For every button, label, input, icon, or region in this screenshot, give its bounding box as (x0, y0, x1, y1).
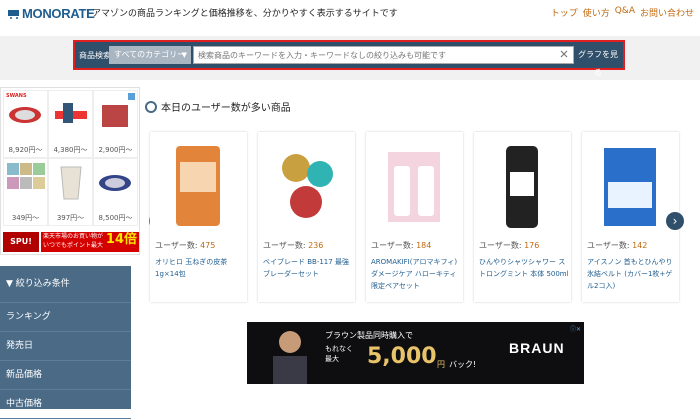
ad-item[interactable]: SWANS 8,920円〜 (3, 90, 48, 158)
section-title: 本日のユーザー数が多い商品 (145, 99, 291, 114)
braun-banner-ad[interactable]: ブラウン製品同時購入で もれなく 最大 5,000 円 バック! BRAUN ⓘ… (247, 322, 584, 384)
user-count-value: 142 (632, 241, 648, 250)
ad-choices-icon[interactable] (128, 93, 135, 100)
bin-icon (60, 166, 82, 200)
section-title-text: 本日のユーザー数が多い商品 (161, 103, 291, 114)
nav-contact[interactable]: お問い合わせ (640, 6, 694, 19)
ad-price: 2,900円〜 (98, 146, 133, 154)
sidebar-item-new-price[interactable]: 新品価格 (0, 361, 131, 390)
sidebar-header-label: 絞り込み条件 (15, 279, 70, 289)
site-logo[interactable]: MONORATE (8, 6, 95, 21)
sidebar-item-release-date[interactable]: 発売日 (0, 332, 131, 361)
user-count: ユーザー数: 184 (371, 241, 432, 250)
ad-item[interactable]: 349円〜 (3, 158, 48, 226)
user-count-value: 176 (524, 241, 540, 250)
ad-price: 397円〜 (56, 214, 85, 222)
goggles-icon (99, 175, 131, 191)
product-card[interactable]: ユーザー数: 142 アイスノン 首もとひんやり氷結ベルト (カバー1枚+ゲル2… (582, 132, 679, 302)
towels-icon (7, 163, 45, 189)
user-count-value: 475 (200, 241, 216, 250)
ad-price: 8,920円〜 (8, 146, 43, 154)
user-count-value: 184 (416, 241, 432, 250)
product-image (176, 146, 220, 226)
spu-multiplier: 14倍 (105, 232, 137, 247)
product-image (604, 148, 656, 226)
ad-item[interactable]: 397円〜 (48, 158, 93, 226)
category-value: すべてのカテゴリー (114, 50, 186, 59)
top-nav: トップ 使い方 Q&A お問い合わせ (551, 6, 694, 19)
ad-price: 349円〜 (11, 214, 40, 222)
spu-badge: SPU! (3, 232, 39, 252)
search-button[interactable]: グラフを見る (575, 46, 621, 77)
product-card[interactable]: ユーザー数: 236 ベイブレード BB-117 最強ブレーダーセット (258, 132, 355, 302)
user-count: ユーザー数: 142 (587, 241, 648, 250)
category-select[interactable]: すべてのカテゴリー ▼ (109, 46, 191, 64)
left-ad[interactable]: SWANS 8,920円〜 4,380円〜 2,900円〜 349円〜 397円… (0, 87, 140, 255)
search-input[interactable] (193, 46, 574, 64)
ad-grid: SWANS 8,920円〜 4,380円〜 2,900円〜 349円〜 397円… (3, 90, 139, 226)
person-image (273, 331, 307, 384)
spu-ad[interactable]: SPU! 楽天市場のお買い物が いつでもポイント最大 14倍 (3, 230, 139, 254)
product-image (388, 152, 440, 222)
banner-line-2: もれなく 最大 (325, 345, 353, 363)
banner-amount: 5,000 (367, 344, 437, 369)
product-title[interactable]: ひんやりシャツシャワー ストロングミント 本体 500ml (479, 256, 569, 280)
ad-price: 4,380円〜 (53, 146, 88, 154)
sidebar-item-used-price[interactable]: 中古価格 (0, 390, 131, 419)
cart-icon (8, 9, 19, 19)
product-image (506, 146, 538, 228)
banner-line-1: ブラウン製品同時購入で (325, 331, 413, 340)
spu-text: 楽天市場のお買い物が いつでもポイント最大 14倍 (41, 232, 139, 252)
product-card[interactable]: ユーザー数: 184 AROMAKIFI(アロマキフィ) ダメージケア ハローキ… (366, 132, 463, 302)
nav-top[interactable]: トップ (551, 6, 578, 19)
sidebar-item-ranking[interactable]: ランキング (0, 303, 131, 332)
nav-howto[interactable]: 使い方 (583, 6, 610, 19)
logo-text: MONORATE (22, 6, 95, 21)
product-title[interactable]: ベイブレード BB-117 最強ブレーダーセット (263, 256, 353, 280)
product-card[interactable]: ユーザー数: 176 ひんやりシャツシャワー ストロングミント 本体 500ml (474, 132, 571, 302)
banner-yen: 円 (437, 360, 445, 369)
ad-item[interactable]: 2,900円〜 (93, 90, 138, 158)
user-count-value: 236 (308, 241, 324, 250)
ad-choices-icon[interactable]: ⓘ✕ (570, 324, 581, 333)
sidebar-header[interactable]: ▼ 絞り込み条件 (0, 266, 131, 303)
ad-brand-logo: SWANS (6, 93, 27, 99)
ad-price: 8,500円〜 (98, 214, 133, 222)
ad-item[interactable]: 4,380円〜 (48, 90, 93, 158)
site-tagline: アマゾンの商品ランキングと価格推移を、分かりやすく表示するサイトです (92, 9, 398, 19)
search-label: 商品検索 (79, 51, 111, 60)
funnel-icon: ▼ (6, 279, 13, 289)
ad-item[interactable]: 8,500円〜 (93, 158, 138, 226)
product-carousel: ユーザー数: 475 オリヒロ 玉ねぎの皮茶 1g×14包 ユーザー数: 236… (150, 132, 679, 302)
toy-icon (55, 103, 87, 123)
user-count: ユーザー数: 475 (155, 241, 216, 250)
search-bar: 商品検索 すべてのカテゴリー ▼ グラフを見る (73, 40, 625, 77)
product-title[interactable]: アイスノン 首もとひんやり氷結ベルト (カバー1枚+ゲル2コ入) (587, 256, 677, 292)
header: MONORATE アマゾンの商品ランキングと価格推移を、分かりやすく表示するサイ… (0, 0, 700, 36)
clear-icon[interactable] (560, 50, 568, 58)
user-count: ユーザー数: 236 (263, 241, 324, 250)
nav-qa[interactable]: Q&A (615, 6, 635, 19)
filter-sidebar: ▼ 絞り込み条件 ランキング 発売日 新品価格 中古価格 (0, 266, 131, 419)
banner-pack: バック! (449, 360, 477, 369)
product-image (282, 154, 333, 218)
product-title[interactable]: AROMAKIFI(アロマキフィ) ダメージケア ハローキティ限定ペアセット (371, 256, 461, 292)
circle-icon (145, 100, 157, 113)
braun-logo: BRAUN (509, 340, 565, 356)
user-count: ユーザー数: 176 (479, 241, 540, 250)
product-card[interactable]: ユーザー数: 475 オリヒロ 玉ねぎの皮茶 1g×14包 (150, 132, 247, 302)
carousel-next-button[interactable]: › (666, 212, 684, 230)
chevron-down-icon: ▼ (181, 51, 187, 59)
product-title[interactable]: オリヒロ 玉ねぎの皮茶 1g×14包 (155, 256, 245, 280)
